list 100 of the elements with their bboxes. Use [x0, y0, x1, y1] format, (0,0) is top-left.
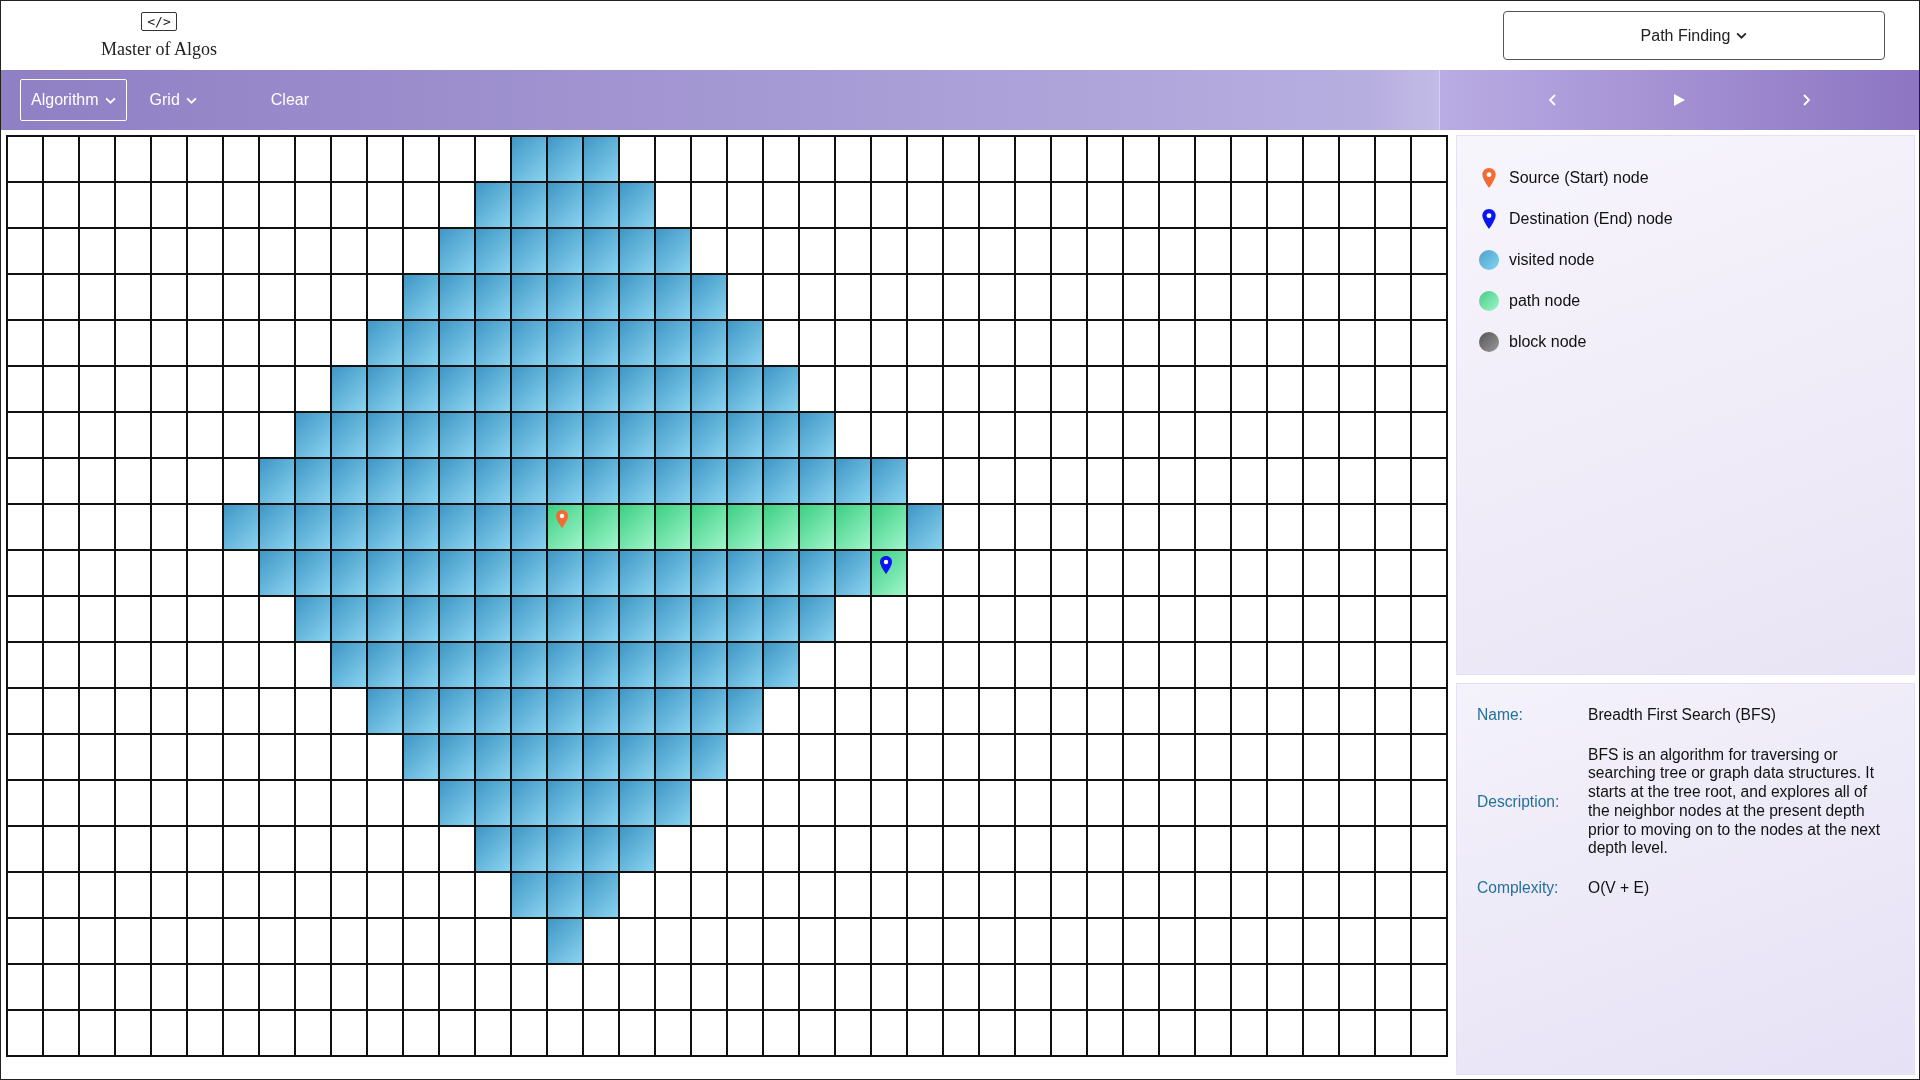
- path-cell[interactable]: [836, 505, 872, 551]
- visited-cell[interactable]: [620, 735, 656, 781]
- visited-cell[interactable]: [728, 689, 764, 735]
- path-cell[interactable]: [620, 505, 656, 551]
- menu-dropdown[interactable]: Algorithm: [20, 79, 127, 121]
- path-cell[interactable]: [656, 505, 692, 551]
- visited-cell[interactable]: [404, 367, 440, 413]
- visited-cell[interactable]: [368, 367, 404, 413]
- visited-cell[interactable]: [440, 781, 476, 827]
- visited-cell[interactable]: [800, 413, 836, 459]
- visited-cell[interactable]: [404, 597, 440, 643]
- visited-cell[interactable]: [584, 183, 620, 229]
- visited-cell[interactable]: [296, 459, 332, 505]
- visited-cell[interactable]: [368, 321, 404, 367]
- visited-cell[interactable]: [440, 735, 476, 781]
- visited-cell[interactable]: [224, 505, 260, 551]
- visited-cell[interactable]: [548, 413, 584, 459]
- visited-cell[interactable]: [584, 735, 620, 781]
- visited-cell[interactable]: [512, 781, 548, 827]
- visited-cell[interactable]: [692, 643, 728, 689]
- visited-cell[interactable]: [440, 551, 476, 597]
- visited-cell[interactable]: [584, 321, 620, 367]
- visited-cell[interactable]: [764, 643, 800, 689]
- visited-cell[interactable]: [368, 643, 404, 689]
- visited-cell[interactable]: [872, 459, 908, 505]
- visited-cell[interactable]: [584, 689, 620, 735]
- path-cell[interactable]: [800, 505, 836, 551]
- visited-cell[interactable]: [620, 275, 656, 321]
- visited-cell[interactable]: [440, 643, 476, 689]
- visited-cell[interactable]: [620, 229, 656, 275]
- visited-cell[interactable]: [296, 505, 332, 551]
- visited-cell[interactable]: [692, 459, 728, 505]
- visited-cell[interactable]: [476, 275, 512, 321]
- visited-cell[interactable]: [440, 505, 476, 551]
- visited-cell[interactable]: [764, 367, 800, 413]
- visited-cell[interactable]: [548, 689, 584, 735]
- visited-cell[interactable]: [440, 275, 476, 321]
- visited-cell[interactable]: [332, 367, 368, 413]
- visited-cell[interactable]: [836, 551, 872, 597]
- visited-cell[interactable]: [800, 459, 836, 505]
- visited-cell[interactable]: [404, 735, 440, 781]
- visited-cell[interactable]: [584, 873, 620, 919]
- visited-cell[interactable]: [800, 597, 836, 643]
- visited-cell[interactable]: [368, 413, 404, 459]
- visited-cell[interactable]: [440, 597, 476, 643]
- visited-cell[interactable]: [332, 597, 368, 643]
- visited-cell[interactable]: [368, 597, 404, 643]
- visited-cell[interactable]: [368, 459, 404, 505]
- visited-cell[interactable]: [404, 459, 440, 505]
- visited-cell[interactable]: [512, 873, 548, 919]
- visited-cell[interactable]: [368, 505, 404, 551]
- visited-cell[interactable]: [476, 827, 512, 873]
- visited-cell[interactable]: [908, 505, 944, 551]
- visited-cell[interactable]: [368, 551, 404, 597]
- visited-cell[interactable]: [512, 689, 548, 735]
- visited-cell[interactable]: [476, 413, 512, 459]
- visited-cell[interactable]: [296, 597, 332, 643]
- visited-cell[interactable]: [584, 643, 620, 689]
- visited-cell[interactable]: [548, 919, 584, 965]
- visited-cell[interactable]: [656, 321, 692, 367]
- visited-cell[interactable]: [692, 689, 728, 735]
- visited-cell[interactable]: [404, 689, 440, 735]
- visited-cell[interactable]: [764, 597, 800, 643]
- visited-cell[interactable]: [728, 413, 764, 459]
- visited-cell[interactable]: [584, 275, 620, 321]
- visited-cell[interactable]: [404, 275, 440, 321]
- visited-cell[interactable]: [476, 689, 512, 735]
- start-cell[interactable]: [548, 505, 584, 551]
- visited-cell[interactable]: [476, 321, 512, 367]
- visited-cell[interactable]: [404, 505, 440, 551]
- visited-cell[interactable]: [692, 367, 728, 413]
- visited-cell[interactable]: [332, 551, 368, 597]
- visited-cell[interactable]: [584, 827, 620, 873]
- visited-cell[interactable]: [656, 367, 692, 413]
- visited-cell[interactable]: [692, 735, 728, 781]
- visited-cell[interactable]: [548, 137, 584, 183]
- visited-cell[interactable]: [656, 597, 692, 643]
- visited-cell[interactable]: [476, 183, 512, 229]
- visited-cell[interactable]: [476, 505, 512, 551]
- visited-cell[interactable]: [512, 275, 548, 321]
- visited-cell[interactable]: [620, 459, 656, 505]
- end-cell[interactable]: [872, 551, 908, 597]
- visited-cell[interactable]: [584, 367, 620, 413]
- visited-cell[interactable]: [476, 643, 512, 689]
- visited-cell[interactable]: [476, 735, 512, 781]
- visited-cell[interactable]: [548, 229, 584, 275]
- visited-cell[interactable]: [800, 551, 836, 597]
- visited-cell[interactable]: [476, 597, 512, 643]
- visited-cell[interactable]: [548, 827, 584, 873]
- visited-cell[interactable]: [548, 643, 584, 689]
- visited-cell[interactable]: [404, 643, 440, 689]
- visited-cell[interactable]: [584, 459, 620, 505]
- path-cell[interactable]: [872, 505, 908, 551]
- clear-button[interactable]: Clear: [259, 79, 321, 121]
- visited-cell[interactable]: [584, 551, 620, 597]
- visited-cell[interactable]: [620, 551, 656, 597]
- visited-cell[interactable]: [728, 643, 764, 689]
- visited-cell[interactable]: [656, 229, 692, 275]
- visited-cell[interactable]: [656, 413, 692, 459]
- visited-cell[interactable]: [512, 827, 548, 873]
